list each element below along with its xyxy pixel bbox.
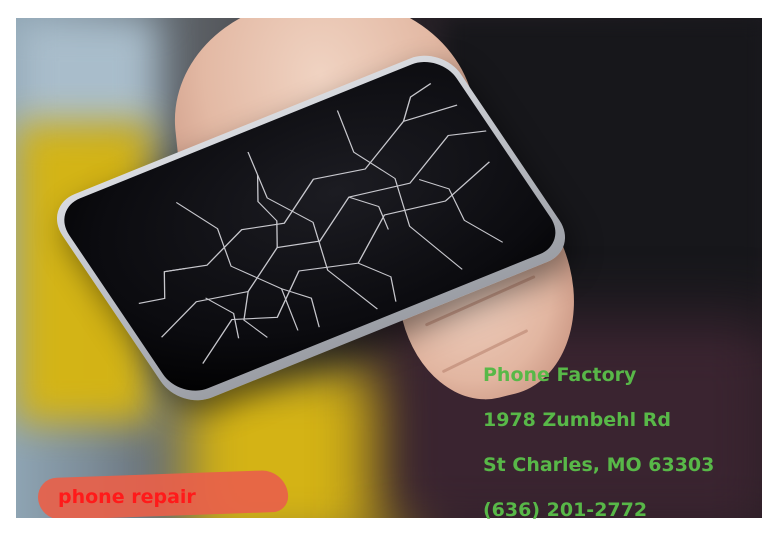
street-address: 1978 Zumbehl Rd [483,409,671,431]
business-address-block: Phone Factory 1978 Zumbehl Rd St Charles… [483,362,763,542]
phone-repair-label: phone repair [58,486,196,508]
phone-number[interactable]: (636) 201-2772 [483,497,763,542]
business-name: Phone Factory [483,364,637,386]
background-blur-blue [16,18,156,138]
city-state-zip: St Charles, MO 63303 [483,454,715,476]
